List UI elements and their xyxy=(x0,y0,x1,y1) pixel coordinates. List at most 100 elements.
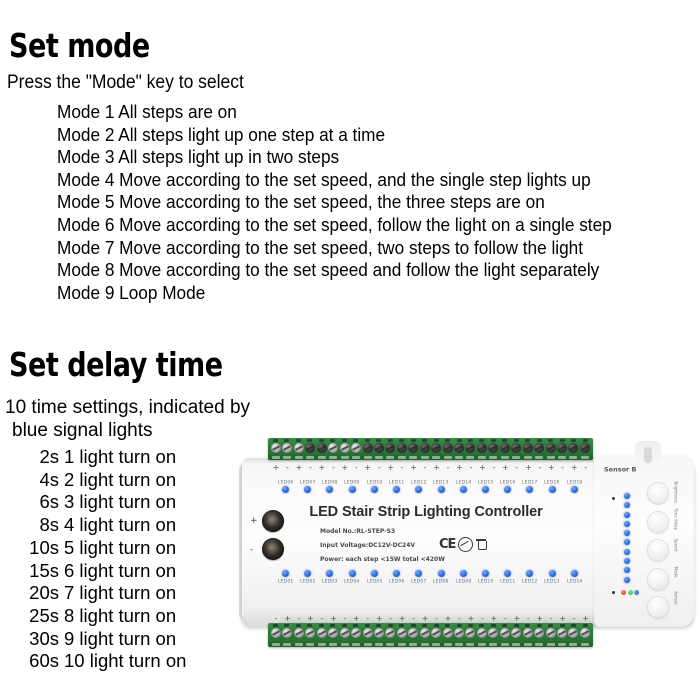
terminal-pin-label xyxy=(409,456,418,459)
terminal-notch xyxy=(307,624,313,627)
terminal-screw[interactable] xyxy=(522,628,533,638)
terminal-screw[interactable] xyxy=(328,628,339,638)
terminal-screw[interactable] xyxy=(579,628,590,638)
list-item: Mode 8 Move according to the set speed a… xyxy=(57,259,600,281)
control-button-stack[interactable] xyxy=(647,482,669,618)
terminal-screws-bottom[interactable] xyxy=(268,628,593,638)
polarity-mark: - xyxy=(561,463,565,472)
terminal-screw[interactable] xyxy=(408,628,419,638)
blue-signal-light xyxy=(624,576,630,583)
led-indicator-icon xyxy=(570,486,578,493)
speed-button[interactable] xyxy=(647,539,669,561)
terminal-notch xyxy=(387,624,393,627)
terminal-screw[interactable] xyxy=(396,443,407,453)
polarity-mark: - xyxy=(286,463,289,472)
terminal-screw[interactable] xyxy=(419,443,430,453)
terminal-screw[interactable] xyxy=(339,443,350,453)
terminal-screw[interactable] xyxy=(271,628,281,638)
terminal-screw[interactable] xyxy=(545,443,556,453)
led-channel: LED12 xyxy=(408,479,429,493)
brightness-button[interactable] xyxy=(647,482,669,504)
terminal-screw[interactable] xyxy=(488,443,499,453)
sensor-button[interactable] xyxy=(647,596,669,618)
terminal-notch xyxy=(502,439,508,442)
led-channel-label: LED08 xyxy=(322,479,338,485)
terminal-screw[interactable] xyxy=(511,443,522,453)
terminal-screw[interactable] xyxy=(408,443,419,453)
terminal-screw[interactable] xyxy=(454,443,464,453)
signal-column-bottom-marker xyxy=(612,591,615,594)
terminal-screw[interactable] xyxy=(465,628,476,638)
led-channel: LED13 xyxy=(431,479,452,493)
led-indicator-icon xyxy=(437,486,445,493)
blue-signal-light-column xyxy=(624,493,630,583)
led-channel: LED06 xyxy=(275,479,296,493)
terminal-screw[interactable] xyxy=(545,628,556,638)
terminal-screw[interactable] xyxy=(568,443,579,453)
terminal-screw[interactable] xyxy=(579,443,590,453)
terminal-screw[interactable] xyxy=(476,443,487,453)
time-delay-button[interactable] xyxy=(647,510,669,533)
terminal-screw[interactable] xyxy=(316,443,327,453)
terminal-screw[interactable] xyxy=(476,628,487,638)
led-channel: LED11 xyxy=(386,479,407,493)
terminal-screw[interactable] xyxy=(522,443,533,453)
terminal-screw[interactable] xyxy=(431,628,442,638)
terminal-screw[interactable] xyxy=(373,443,384,453)
terminal-screw[interactable] xyxy=(351,443,362,453)
sensor-port-label: Sensor B xyxy=(604,466,637,474)
terminal-screw[interactable] xyxy=(385,628,396,638)
terminal-screw[interactable] xyxy=(396,628,407,638)
led-channel-label: LED03 xyxy=(322,578,338,584)
terminal-screw[interactable] xyxy=(328,443,339,453)
terminal-notch xyxy=(376,439,382,442)
terminal-screw[interactable] xyxy=(534,628,545,638)
terminal-screws-top[interactable] xyxy=(268,443,593,453)
terminal-screw[interactable] xyxy=(305,443,316,453)
terminal-screw[interactable] xyxy=(568,628,579,638)
terminal-screw[interactable] xyxy=(511,628,522,638)
terminal-screw[interactable] xyxy=(488,628,499,638)
power-input-terminal-negative[interactable] xyxy=(262,538,284,560)
terminal-screw[interactable] xyxy=(351,628,362,638)
terminal-screw[interactable] xyxy=(556,443,567,453)
terminal-screw[interactable] xyxy=(556,628,567,638)
terminal-screw[interactable] xyxy=(499,443,510,453)
terminal-notch xyxy=(548,439,554,442)
terminal-screw[interactable] xyxy=(316,628,327,638)
terminal-screw[interactable] xyxy=(339,628,350,638)
terminal-screw[interactable] xyxy=(293,443,304,453)
terminal-screw[interactable] xyxy=(385,443,396,453)
terminal-notch xyxy=(399,439,405,442)
terminal-screw[interactable] xyxy=(431,443,442,453)
polarity-mark: + xyxy=(524,463,532,472)
weee-bin-icon xyxy=(476,538,487,551)
terminal-screw[interactable] xyxy=(465,443,476,453)
terminal-screw[interactable] xyxy=(362,443,373,453)
terminal-screw[interactable] xyxy=(419,628,430,638)
terminal-screw[interactable] xyxy=(442,443,453,453)
terminal-notch xyxy=(536,624,542,627)
led-indicator-icon xyxy=(548,486,556,493)
terminal-screw[interactable] xyxy=(442,628,453,638)
terminal-pin-label xyxy=(489,456,498,459)
terminal-screw[interactable] xyxy=(499,628,510,638)
terminal-screw[interactable] xyxy=(373,628,384,638)
terminal-notch xyxy=(330,439,336,442)
terminal-screw[interactable] xyxy=(305,628,316,638)
terminal-pin-label xyxy=(580,643,589,646)
terminal-screw[interactable] xyxy=(454,628,464,638)
polarity-mark: - xyxy=(423,463,427,472)
terminal-notch xyxy=(490,624,496,627)
terminal-block-top[interactable] xyxy=(268,438,593,460)
terminal-screw[interactable] xyxy=(362,628,373,638)
mode-button[interactable] xyxy=(647,567,669,590)
terminal-screw[interactable] xyxy=(282,628,293,638)
power-input-terminal-positive[interactable] xyxy=(262,510,284,532)
terminal-block-bottom[interactable] xyxy=(268,623,593,647)
terminal-notch xyxy=(456,439,462,442)
terminal-screw[interactable] xyxy=(271,443,281,453)
terminal-screw[interactable] xyxy=(534,443,545,453)
terminal-screw[interactable] xyxy=(282,443,293,453)
terminal-screw[interactable] xyxy=(293,628,304,638)
